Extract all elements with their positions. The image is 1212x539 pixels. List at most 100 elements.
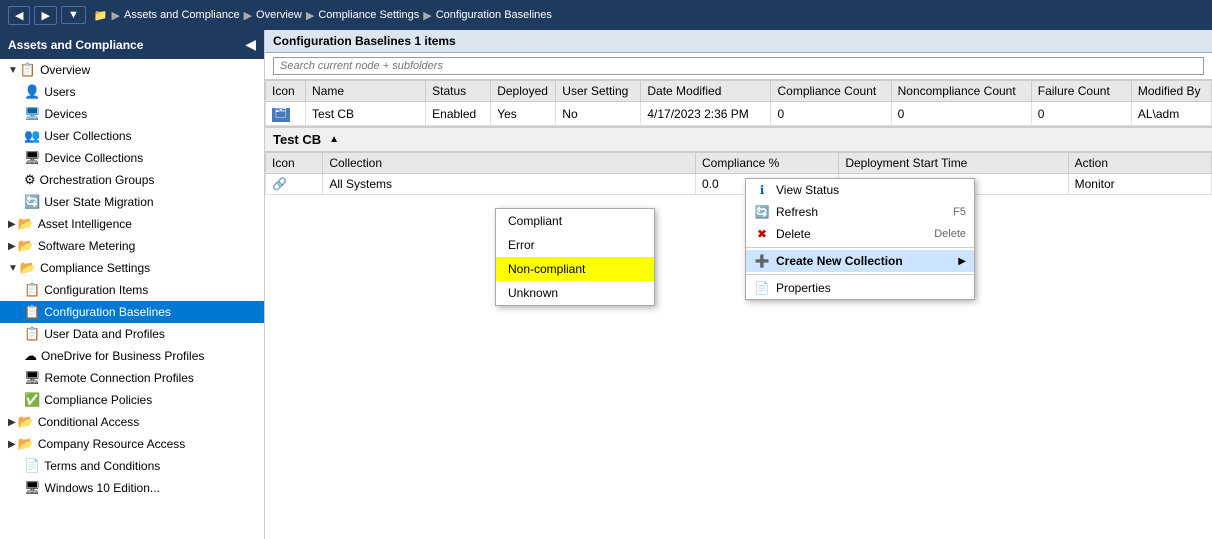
- col-deployment-start[interactable]: Deployment Start Time: [839, 153, 1068, 174]
- col-action[interactable]: Action: [1068, 153, 1211, 174]
- context-menu-item-view-status[interactable]: ℹ View Status: [746, 179, 974, 201]
- devices-icon: 🖥: [24, 106, 41, 122]
- submenu-item-unknown[interactable]: Unknown: [496, 281, 654, 305]
- sidebar-title: Assets and Compliance: [8, 38, 143, 52]
- col-collection[interactable]: Collection: [323, 153, 696, 174]
- context-menu-item-properties[interactable]: 📄 Properties: [746, 277, 974, 299]
- main-layout: Assets and Compliance ◀ ▼ 📋 Overview 👤 U…: [0, 30, 1212, 539]
- forward-button[interactable]: ▶: [34, 6, 56, 25]
- sidebar-item-windows10[interactable]: 🖥 Windows 10 Edition...: [0, 477, 264, 499]
- delete-icon: ✖: [754, 227, 770, 241]
- sidebar-item-asset-intelligence[interactable]: ▶ 📂 Asset Intelligence: [0, 213, 264, 235]
- cell-icon: 🔗: [266, 174, 323, 195]
- breadcrumb-overview[interactable]: Overview: [256, 9, 302, 21]
- sidebar-item-user-state[interactable]: 🔄 User State Migration: [0, 191, 264, 213]
- sidebar-item-configuration-baselines[interactable]: 📋 Configuration Baselines: [0, 301, 264, 323]
- sort-arrow-icon: ▲: [329, 134, 339, 145]
- sidebar-item-users[interactable]: 👤 Users: [0, 81, 264, 103]
- refresh-icon: 🔄: [754, 205, 770, 219]
- sidebar-item-label: Windows 10 Edition...: [45, 481, 160, 495]
- baselines-table: Icon Name Status Deployed User Setting D…: [265, 80, 1212, 126]
- sidebar-item-onedrive[interactable]: ☁ OneDrive for Business Profiles: [0, 345, 264, 367]
- context-menu-separator: [746, 247, 974, 248]
- sidebar-item-software-metering[interactable]: ▶ 📂 Software Metering: [0, 235, 264, 257]
- cell-deployed: Yes: [491, 102, 556, 126]
- col-name[interactable]: Name: [306, 81, 426, 102]
- sidebar-item-company-resource[interactable]: ▶ 📂 Company Resource Access: [0, 433, 264, 455]
- col-compliance-count[interactable]: Compliance Count: [771, 81, 891, 102]
- dropdown-button[interactable]: ▼: [61, 6, 86, 24]
- properties-icon: 📄: [754, 281, 770, 295]
- sidebar-item-configuration-items[interactable]: 📋 Configuration Items: [0, 279, 264, 301]
- sidebar-item-conditional-access[interactable]: ▶ 📂 Conditional Access: [0, 411, 264, 433]
- cell-modified-by: AL\adm: [1131, 102, 1211, 126]
- context-menu-label: Delete: [776, 227, 811, 241]
- user-state-icon: 🔄: [24, 194, 40, 210]
- user-data-icon: 📋: [24, 326, 40, 342]
- submenu-label: Error: [508, 238, 535, 252]
- breadcrumb-baselines[interactable]: Configuration Baselines: [436, 9, 552, 21]
- expand-icon: ▶: [8, 219, 16, 230]
- sidebar-item-orchestration[interactable]: ⚙ Orchestration Groups: [0, 169, 264, 191]
- context-menu-separator: [746, 274, 974, 275]
- search-input[interactable]: [273, 57, 1204, 75]
- sidebar-item-label: User Data and Profiles: [44, 327, 165, 341]
- context-menu-item-delete[interactable]: ✖ Delete Delete: [746, 223, 974, 245]
- table-header-row: Icon Name Status Deployed User Setting D…: [266, 81, 1212, 102]
- context-menu-label: Refresh: [776, 205, 818, 219]
- search-bar[interactable]: [265, 53, 1212, 80]
- context-menu: ℹ View Status 🔄 Refresh F5 ✖ Delete Dele…: [745, 178, 975, 300]
- context-menu-label: Create New Collection: [776, 254, 903, 268]
- sidebar-item-compliance-policies[interactable]: ✅ Compliance Policies: [0, 389, 264, 411]
- submenu-item-compliant[interactable]: Compliant: [496, 209, 654, 233]
- conditional-access-icon: 📂: [18, 414, 34, 430]
- nav-buttons[interactable]: ◀ ▶ ▼: [8, 6, 86, 25]
- col-noncompliance-count[interactable]: Noncompliance Count: [891, 81, 1031, 102]
- sidebar-item-device-collections[interactable]: 🖥 Device Collections: [0, 147, 264, 169]
- submenu-label: Non-compliant: [508, 262, 585, 276]
- sidebar-item-devices[interactable]: 🖥 Devices: [0, 103, 264, 125]
- submenu-item-error[interactable]: Error: [496, 233, 654, 257]
- sidebar-item-label: OneDrive for Business Profiles: [41, 349, 204, 363]
- col-user-setting[interactable]: User Setting: [556, 81, 641, 102]
- sidebar-item-user-data[interactable]: 📋 User Data and Profiles: [0, 323, 264, 345]
- breadcrumb-assets[interactable]: Assets and Compliance: [124, 9, 240, 21]
- sidebar-item-label: Conditional Access: [38, 415, 139, 429]
- col-compliance-pct[interactable]: Compliance %: [695, 153, 838, 174]
- cell-icon: 🗂: [266, 102, 306, 126]
- bottom-panel-title: Test CB: [273, 132, 321, 147]
- sidebar: Assets and Compliance ◀ ▼ 📋 Overview 👤 U…: [0, 30, 265, 539]
- top-panel-header: Configuration Baselines 1 items: [265, 30, 1212, 53]
- sidebar-item-label: Company Resource Access: [38, 437, 185, 451]
- sidebar-item-terms[interactable]: 📄 Terms and Conditions: [0, 455, 264, 477]
- table-row[interactable]: 🗂 Test CB Enabled Yes No 4/17/2023 2:36 …: [266, 102, 1212, 126]
- user-collections-icon: 👥: [24, 128, 40, 144]
- submenu-item-non-compliant[interactable]: Non-compliant: [496, 257, 654, 281]
- sidebar-collapse-button[interactable]: ◀: [245, 36, 256, 53]
- col-deployed[interactable]: Deployed: [491, 81, 556, 102]
- expand-icon: ▶: [8, 439, 16, 450]
- col-modified-by[interactable]: Modified By: [1131, 81, 1211, 102]
- col-date-modified[interactable]: Date Modified: [641, 81, 771, 102]
- view-status-icon: ℹ: [754, 183, 770, 197]
- sidebar-item-overview[interactable]: ▼ 📋 Overview: [0, 59, 264, 81]
- sidebar-item-label: Software Metering: [38, 239, 135, 253]
- col-icon[interactable]: Icon: [266, 153, 323, 174]
- col-icon[interactable]: Icon: [266, 81, 306, 102]
- windows10-icon: 🖥: [24, 480, 41, 496]
- terms-icon: 📄: [24, 458, 40, 474]
- expand-icon: ▼: [8, 263, 18, 274]
- col-failure-count[interactable]: Failure Count: [1031, 81, 1131, 102]
- sidebar-item-remote-connection[interactable]: 🖥 Remote Connection Profiles: [0, 367, 264, 389]
- content-area: Configuration Baselines 1 items Icon Nam…: [265, 30, 1212, 539]
- breadcrumb-root[interactable]: 📁: [94, 9, 108, 22]
- create-collection-icon: ➕: [754, 254, 770, 268]
- back-button[interactable]: ◀: [8, 6, 30, 25]
- sidebar-item-compliance-settings[interactable]: ▼ 📂 Compliance Settings: [0, 257, 264, 279]
- context-menu-item-refresh[interactable]: 🔄 Refresh F5: [746, 201, 974, 223]
- col-status[interactable]: Status: [426, 81, 491, 102]
- table-row[interactable]: 🔗 All Systems 0.0 4/17/2023 2:36 PM Moni…: [266, 174, 1212, 195]
- context-menu-item-create-collection[interactable]: ➕ Create New Collection ▶: [746, 250, 974, 272]
- sidebar-item-user-collections[interactable]: 👥 User Collections: [0, 125, 264, 147]
- breadcrumb-compliance[interactable]: Compliance Settings: [318, 9, 419, 21]
